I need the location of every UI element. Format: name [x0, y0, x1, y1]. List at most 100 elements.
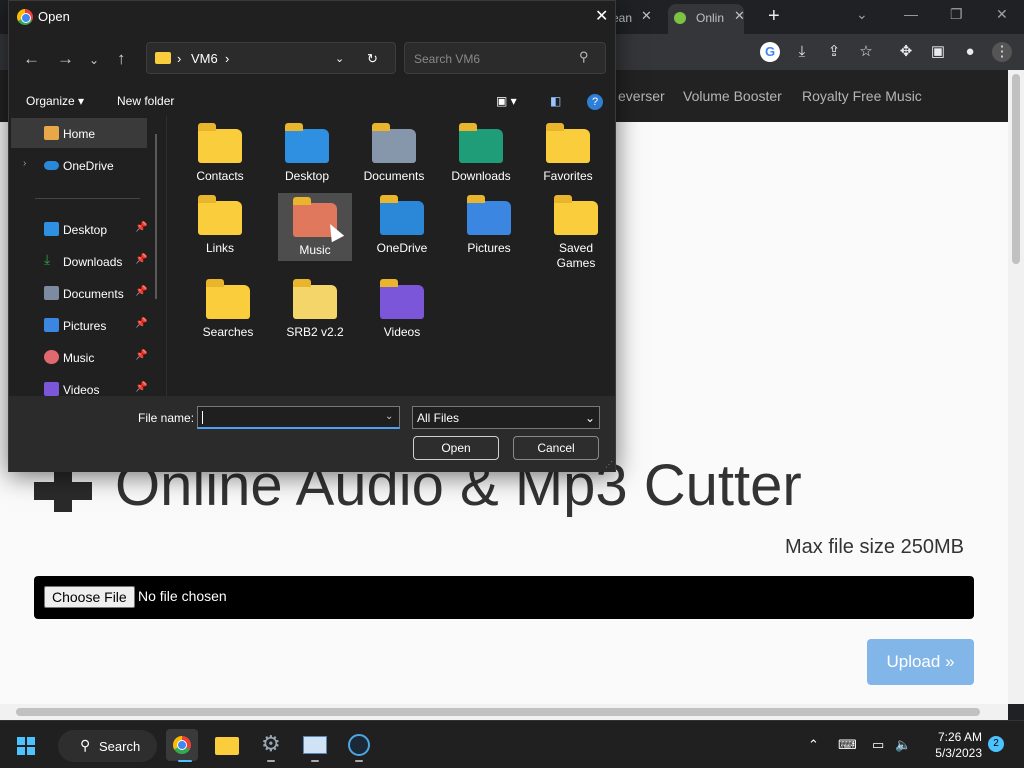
organize-button[interactable]: Organize ▾: [26, 94, 84, 108]
sidebar-item-desktop[interactable]: Desktop 📌: [11, 214, 147, 244]
browser-tab[interactable]: ean: [612, 4, 640, 34]
help-icon[interactable]: ?: [587, 94, 603, 110]
upload-button[interactable]: Upload »: [867, 639, 974, 685]
steam-taskbar-icon[interactable]: [343, 729, 375, 761]
tab-search-icon[interactable]: ⌄: [856, 6, 868, 23]
close-icon[interactable]: ✕: [734, 8, 745, 24]
folder-item-desktop[interactable]: Desktop: [270, 119, 344, 189]
sidebar-item-music[interactable]: Music 📌: [11, 342, 147, 372]
install-icon[interactable]: ⤓: [792, 42, 812, 62]
google-icon[interactable]: G: [760, 42, 780, 62]
view-options-icon[interactable]: ▣ ▾: [496, 94, 517, 108]
sidebar-item-onedrive[interactable]: › OneDrive: [11, 150, 147, 180]
horizontal-scrollbar[interactable]: [0, 704, 1008, 720]
choose-file-button[interactable]: Choose File: [44, 586, 135, 608]
address-bar[interactable]: › VM6 › ⌄ ↻: [146, 42, 396, 74]
volume-icon[interactable]: 🔈: [895, 737, 911, 753]
sidebar-item-videos[interactable]: Videos 📌: [11, 374, 147, 396]
close-icon[interactable]: ✕: [595, 6, 608, 26]
nav-link[interactable]: everser: [618, 88, 665, 104]
folder-icon: [546, 123, 590, 163]
folder-item-documents[interactable]: Documents: [357, 119, 431, 189]
folder-item-searches[interactable]: Searches: [191, 275, 265, 343]
folder-icon: [198, 195, 242, 235]
folder-item-pictures[interactable]: Pictures: [452, 191, 526, 259]
nav-link-royalty-free-music[interactable]: Royalty Free Music: [802, 88, 922, 104]
settings-taskbar-icon[interactable]: ⚙: [255, 729, 287, 761]
preview-pane-icon[interactable]: ◧: [550, 94, 561, 108]
folder-label: Links: [205, 241, 234, 255]
recent-locations-icon[interactable]: ⌄: [89, 53, 99, 67]
folder-item-videos[interactable]: Videos: [365, 275, 439, 343]
new-folder-button[interactable]: New folder: [117, 94, 174, 108]
file-list: Contacts Desktop Documents Downloads Fav…: [177, 119, 607, 399]
folder-item-onedrive[interactable]: OneDrive: [365, 191, 439, 259]
side-panel-icon[interactable]: ▣: [928, 42, 948, 62]
pane-scrollbar[interactable]: [155, 134, 157, 299]
nav-link-volume-booster[interactable]: Volume Booster: [683, 88, 782, 104]
vertical-scrollbar[interactable]: [1008, 70, 1024, 704]
folder-icon: [554, 195, 598, 235]
share-icon[interactable]: ⇪: [824, 42, 844, 62]
file-type-value: All Files: [417, 411, 460, 425]
sidebar-item-home[interactable]: Home: [11, 118, 147, 148]
minimize-icon[interactable]: —: [904, 6, 918, 22]
file-explorer-taskbar-icon[interactable]: [211, 729, 243, 761]
chevron-down-icon: ⌄: [585, 411, 596, 425]
folder-item-music[interactable]: Music: [278, 193, 352, 261]
desktop-icon: [44, 222, 59, 236]
scrollbar-thumb[interactable]: [16, 708, 980, 716]
file-name-input[interactable]: ⌄: [197, 406, 400, 429]
forward-icon[interactable]: →: [57, 49, 74, 69]
chevron-up-icon[interactable]: ⌃: [808, 737, 819, 753]
new-tab-button[interactable]: +: [768, 5, 780, 27]
notification-badge[interactable]: 2: [988, 736, 1004, 752]
chevron-down-icon[interactable]: ⌄: [335, 52, 344, 65]
close-icon[interactable]: ✕: [641, 8, 652, 24]
breadcrumb-vm6[interactable]: VM6: [191, 51, 218, 66]
file-input-bar: Choose File No file chosen: [34, 576, 974, 619]
dialog-footer: File name: ⌄ All Files ⌄ Open Cancel ⋰: [9, 396, 615, 472]
tab-label: Onlin: [696, 11, 725, 25]
folder-item-srb2[interactable]: SRB2 v2.2: [278, 275, 352, 343]
chevron-down-icon[interactable]: ⌄: [385, 411, 393, 422]
sidebar-item-downloads[interactable]: ⤓ Downloads 📌: [11, 246, 147, 276]
cancel-button[interactable]: Cancel: [513, 436, 599, 460]
file-name-label: File name:: [138, 411, 195, 425]
bookmark-star-icon[interactable]: ☆: [856, 42, 876, 62]
chrome-taskbar-icon[interactable]: [166, 729, 198, 761]
refresh-icon[interactable]: ↻: [367, 51, 378, 67]
back-icon[interactable]: ←: [23, 49, 40, 69]
folder-item-contacts[interactable]: Contacts: [183, 119, 257, 189]
monitor-taskbar-icon[interactable]: [299, 729, 331, 761]
sidebar-item-documents[interactable]: Documents 📌: [11, 278, 147, 308]
windows-start-icon[interactable]: [17, 737, 36, 756]
restore-icon[interactable]: ❐: [950, 6, 963, 23]
chevron-right-icon[interactable]: ›: [225, 51, 229, 66]
browser-tab-active[interactable]: Onlin: [668, 4, 744, 34]
folder-item-saved-games[interactable]: Saved Games: [539, 191, 613, 275]
display-icon[interactable]: ▭: [872, 737, 884, 753]
menu-icon[interactable]: ⋮: [992, 42, 1012, 62]
close-window-icon[interactable]: ✕: [996, 6, 1008, 23]
scrollbar-thumb[interactable]: [1012, 74, 1020, 264]
folder-item-downloads[interactable]: Downloads: [444, 119, 518, 189]
search-input[interactable]: Search VM6 ⚲: [404, 42, 606, 74]
folder-icon: [198, 123, 242, 163]
file-type-select[interactable]: All Files ⌄: [412, 406, 600, 429]
running-indicator: [267, 760, 275, 762]
extensions-icon[interactable]: ✥: [896, 42, 916, 62]
folder-item-links[interactable]: Links: [183, 191, 257, 259]
up-icon[interactable]: ↑: [117, 49, 126, 69]
keyboard-icon[interactable]: ⌨: [838, 737, 857, 753]
resize-grip-icon[interactable]: ⋰: [605, 460, 613, 469]
profile-icon[interactable]: ●: [960, 42, 980, 62]
taskbar-search-button[interactable]: ⚲ Search: [58, 730, 157, 762]
chevron-right-icon[interactable]: ›: [23, 158, 26, 169]
sidebar-item-pictures[interactable]: Pictures 📌: [11, 310, 147, 340]
folder-item-favorites[interactable]: Favorites: [531, 119, 605, 189]
clock[interactable]: 7:26 AM 5/3/2023: [922, 729, 982, 761]
open-button[interactable]: Open: [413, 436, 499, 460]
folder-label: Videos: [383, 325, 421, 339]
organize-label: Organize: [26, 94, 75, 108]
